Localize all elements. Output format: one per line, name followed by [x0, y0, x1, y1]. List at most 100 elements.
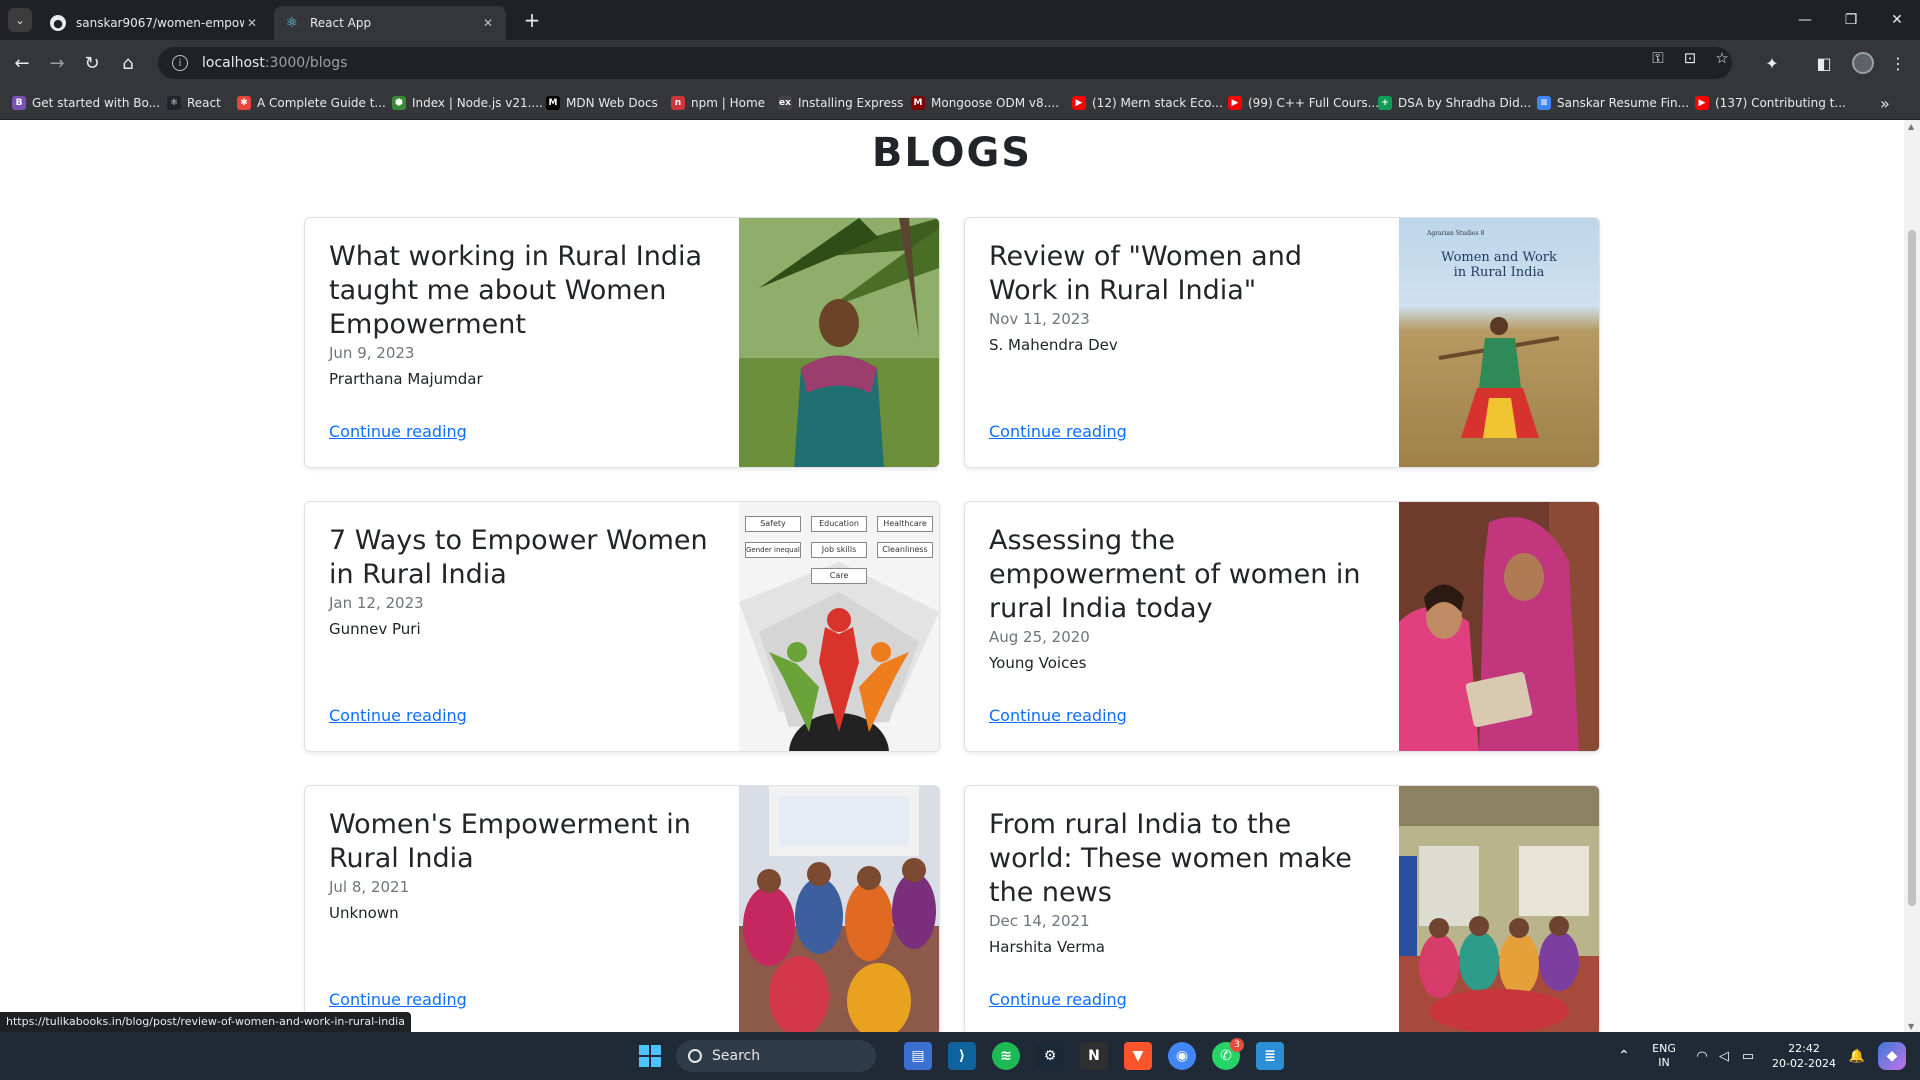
bookmark-label: (12) Mern stack Eco...	[1092, 96, 1223, 110]
home-icon[interactable]: ⌂	[114, 49, 142, 77]
tab-title: React App	[310, 16, 372, 30]
infographic-label: Job skills	[811, 542, 867, 558]
language-indicator[interactable]: ENG IN	[1646, 1032, 1682, 1080]
close-window-button[interactable]: ✕	[1874, 0, 1920, 40]
continue-reading-link[interactable]: Continue reading	[989, 706, 1127, 725]
install-app-icon[interactable]: ⊡	[1680, 48, 1700, 68]
site-info-icon[interactable]: i	[172, 55, 188, 71]
bookmark-favicon-icon: ▶	[1072, 96, 1086, 110]
blog-date: Nov 11, 2023	[989, 310, 1090, 328]
clock[interactable]: 22:42 20-02-2024	[1766, 1032, 1842, 1080]
brave-icon[interactable]: ▼	[1124, 1042, 1152, 1070]
bookmark-item[interactable]: M Mongoose ODM v8....	[911, 94, 1059, 112]
restore-button[interactable]: ❐	[1828, 0, 1874, 40]
blog-title: Women's Empowerment in Rural India	[329, 809, 691, 874]
infographic-label: Safety	[745, 516, 801, 532]
bookmark-favicon-icon: ≡	[1537, 96, 1551, 110]
extensions-icon[interactable]: ✦	[1758, 49, 1786, 77]
bookmarks-bar: » B Get started with Bo... ⚛ React ✱ A Comple…	[0, 86, 1920, 120]
infographic-label: Healthcare	[877, 516, 933, 532]
bookmark-label: Index | Node.js v21....	[412, 96, 543, 110]
bookmark-star-icon[interactable]: ☆	[1712, 48, 1732, 68]
address-bar[interactable]: i localhost:3000/blogs	[158, 47, 1732, 79]
continue-reading-link[interactable]: Continue reading	[989, 422, 1127, 441]
chrome-icon[interactable]: ◉	[1168, 1042, 1196, 1070]
notepad-icon[interactable]: ≣	[1256, 1042, 1284, 1070]
bookmark-favicon-icon: ▶	[1228, 96, 1242, 110]
bookmark-item[interactable]: ▶ (99) C++ Full Cours...	[1228, 94, 1379, 112]
file-explorer-icon[interactable]: ▤	[904, 1042, 932, 1070]
blog-thumbnail-woman-palm	[739, 218, 939, 467]
steam-icon[interactable]: ⚙	[1036, 1042, 1064, 1070]
bookmark-item[interactable]: ▶ (12) Mern stack Eco...	[1072, 94, 1223, 112]
blog-card: From rural India to the world: These wom…	[964, 785, 1600, 1032]
bell-icon[interactable]: 🔔	[1846, 1032, 1868, 1080]
bookmark-label: Get started with Bo...	[32, 96, 161, 110]
back-icon[interactable]: ←	[8, 49, 36, 77]
blog-date: Aug 25, 2020	[989, 628, 1090, 646]
blog-title: 7 Ways to Empower Women in Rural India	[329, 525, 708, 590]
bookmark-item[interactable]: + DSA by Shradha Did...	[1378, 94, 1531, 112]
battery-icon[interactable]: ▭	[1736, 1032, 1760, 1080]
bookmark-item[interactable]: ⚛ React	[167, 94, 221, 112]
blog-author: Gunnev Puri	[329, 620, 421, 638]
bookmark-favicon-icon: M	[546, 96, 560, 110]
taskbar-search[interactable]: Search	[676, 1040, 876, 1072]
bookmark-label: A Complete Guide t...	[257, 96, 386, 110]
forward-icon[interactable]: →	[43, 49, 71, 77]
scroll-down-icon[interactable]: ▼	[1908, 1022, 1916, 1031]
github-icon: ●	[50, 15, 66, 31]
scrollbar-thumb[interactable]	[1908, 230, 1916, 906]
bookmark-favicon-icon: M	[911, 96, 925, 110]
profile-avatar[interactable]	[1852, 52, 1874, 74]
close-icon[interactable]: ✕	[480, 15, 496, 31]
blog-card: 7 Ways to Empower Women in Rural India J…	[304, 501, 940, 752]
notion-icon[interactable]: N	[1080, 1042, 1108, 1070]
more-bookmarks-icon[interactable]: »	[1880, 94, 1890, 113]
menu-icon[interactable]: ⋮	[1884, 49, 1912, 77]
bookmark-item[interactable]: ex Installing Express	[778, 94, 903, 112]
tab-search-button[interactable]: ⌄	[8, 8, 32, 32]
bookmark-item[interactable]: ⬢ Index | Node.js v21....	[392, 94, 543, 112]
bookmark-item[interactable]: ✱ A Complete Guide t...	[237, 94, 386, 112]
vscode-icon[interactable]: ⟩	[948, 1042, 976, 1070]
blog-card: Assessing the empowerment of women in ru…	[964, 501, 1600, 752]
minimize-button[interactable]: —	[1782, 0, 1828, 40]
bookmark-favicon-icon: ✱	[237, 96, 251, 110]
continue-reading-link[interactable]: Continue reading	[329, 990, 467, 1009]
key-icon[interactable]: ⚿	[1648, 48, 1668, 68]
tab-github[interactable]: ● sanskar9067/women-empowerm ✕	[40, 6, 270, 40]
spotify-icon[interactable]: ≋	[992, 1042, 1020, 1070]
side-panel-icon[interactable]: ◧	[1810, 49, 1838, 77]
continue-reading-link[interactable]: Continue reading	[329, 422, 467, 441]
bookmark-favicon-icon: +	[1378, 96, 1392, 110]
show-hidden-icons[interactable]: ⌃	[1612, 1032, 1636, 1080]
bookmark-item[interactable]: ▶ (137) Contributing t...	[1695, 94, 1846, 112]
infographic-art	[739, 562, 939, 751]
blog-card: Women's Empowerment in Rural India Jul 8…	[304, 785, 940, 1032]
scroll-up-icon[interactable]: ▲	[1908, 122, 1916, 131]
tab-react-app[interactable]: ⚛ React App ✕	[274, 6, 506, 40]
bookmark-item[interactable]: n npm | Home	[671, 94, 765, 112]
bookmark-favicon-icon: ⚛	[167, 96, 181, 110]
bookmark-item[interactable]: B Get started with Bo...	[12, 94, 160, 112]
wifi-icon[interactable]: ◠	[1692, 1032, 1712, 1080]
bookmark-label: (99) C++ Full Cours...	[1248, 96, 1380, 110]
page-scrollbar[interactable]: ▲ ▼	[1904, 120, 1920, 1032]
blog-author: Young Voices	[989, 654, 1087, 672]
reload-icon[interactable]: ↻	[78, 49, 106, 77]
bookmark-favicon-icon: ▶	[1695, 96, 1709, 110]
link-status-bubble: https://tulikabooks.in/blog/post/review-…	[0, 1012, 411, 1032]
blog-author: Harshita Verma	[989, 938, 1106, 956]
bookmark-item[interactable]: ≡ Sanskar Resume Fin...	[1537, 94, 1689, 112]
close-icon[interactable]: ✕	[244, 15, 260, 31]
new-tab-button[interactable]: +	[520, 8, 544, 32]
volume-icon[interactable]: ◁	[1714, 1032, 1734, 1080]
blog-title: Assessing the empowerment of women in ru…	[989, 525, 1361, 624]
bookmark-label: DSA by Shradha Did...	[1398, 96, 1532, 110]
copilot-icon[interactable]: ◆	[1878, 1042, 1906, 1070]
bookmark-item[interactable]: M MDN Web Docs	[546, 94, 658, 112]
windows-start-icon[interactable]	[636, 1042, 664, 1070]
continue-reading-link[interactable]: Continue reading	[989, 990, 1127, 1009]
continue-reading-link[interactable]: Continue reading	[329, 706, 467, 725]
